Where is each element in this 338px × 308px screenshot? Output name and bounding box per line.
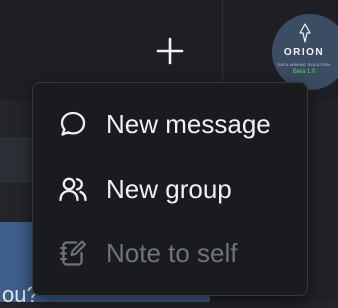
orion-logo[interactable]: ORION DATA MINING SOLUTION Beta 1.0	[272, 14, 338, 90]
logo-tagline: Beta 1.0	[292, 69, 316, 75]
logo-name: ORION	[283, 47, 325, 58]
plus-icon	[156, 37, 184, 65]
menu-item-new-message[interactable]: New message	[33, 94, 307, 154]
menu-item-new-group[interactable]: New group	[33, 159, 307, 219]
menu-item-label: Note to self	[106, 237, 238, 268]
users-icon	[57, 173, 89, 205]
menu-item-label: New message	[106, 108, 271, 139]
menu-item-label: New group	[106, 173, 232, 204]
chat-bubble-icon	[57, 108, 89, 140]
note-edit-icon	[57, 237, 89, 269]
compose-menu: New message New group Note to self	[32, 82, 308, 296]
compose-button[interactable]	[151, 32, 189, 70]
menu-item-note-to-self: Note to self	[33, 223, 307, 283]
logo-subtitle: DATA MINING SOLUTION	[277, 62, 331, 67]
orion-logo-icon	[299, 23, 311, 43]
